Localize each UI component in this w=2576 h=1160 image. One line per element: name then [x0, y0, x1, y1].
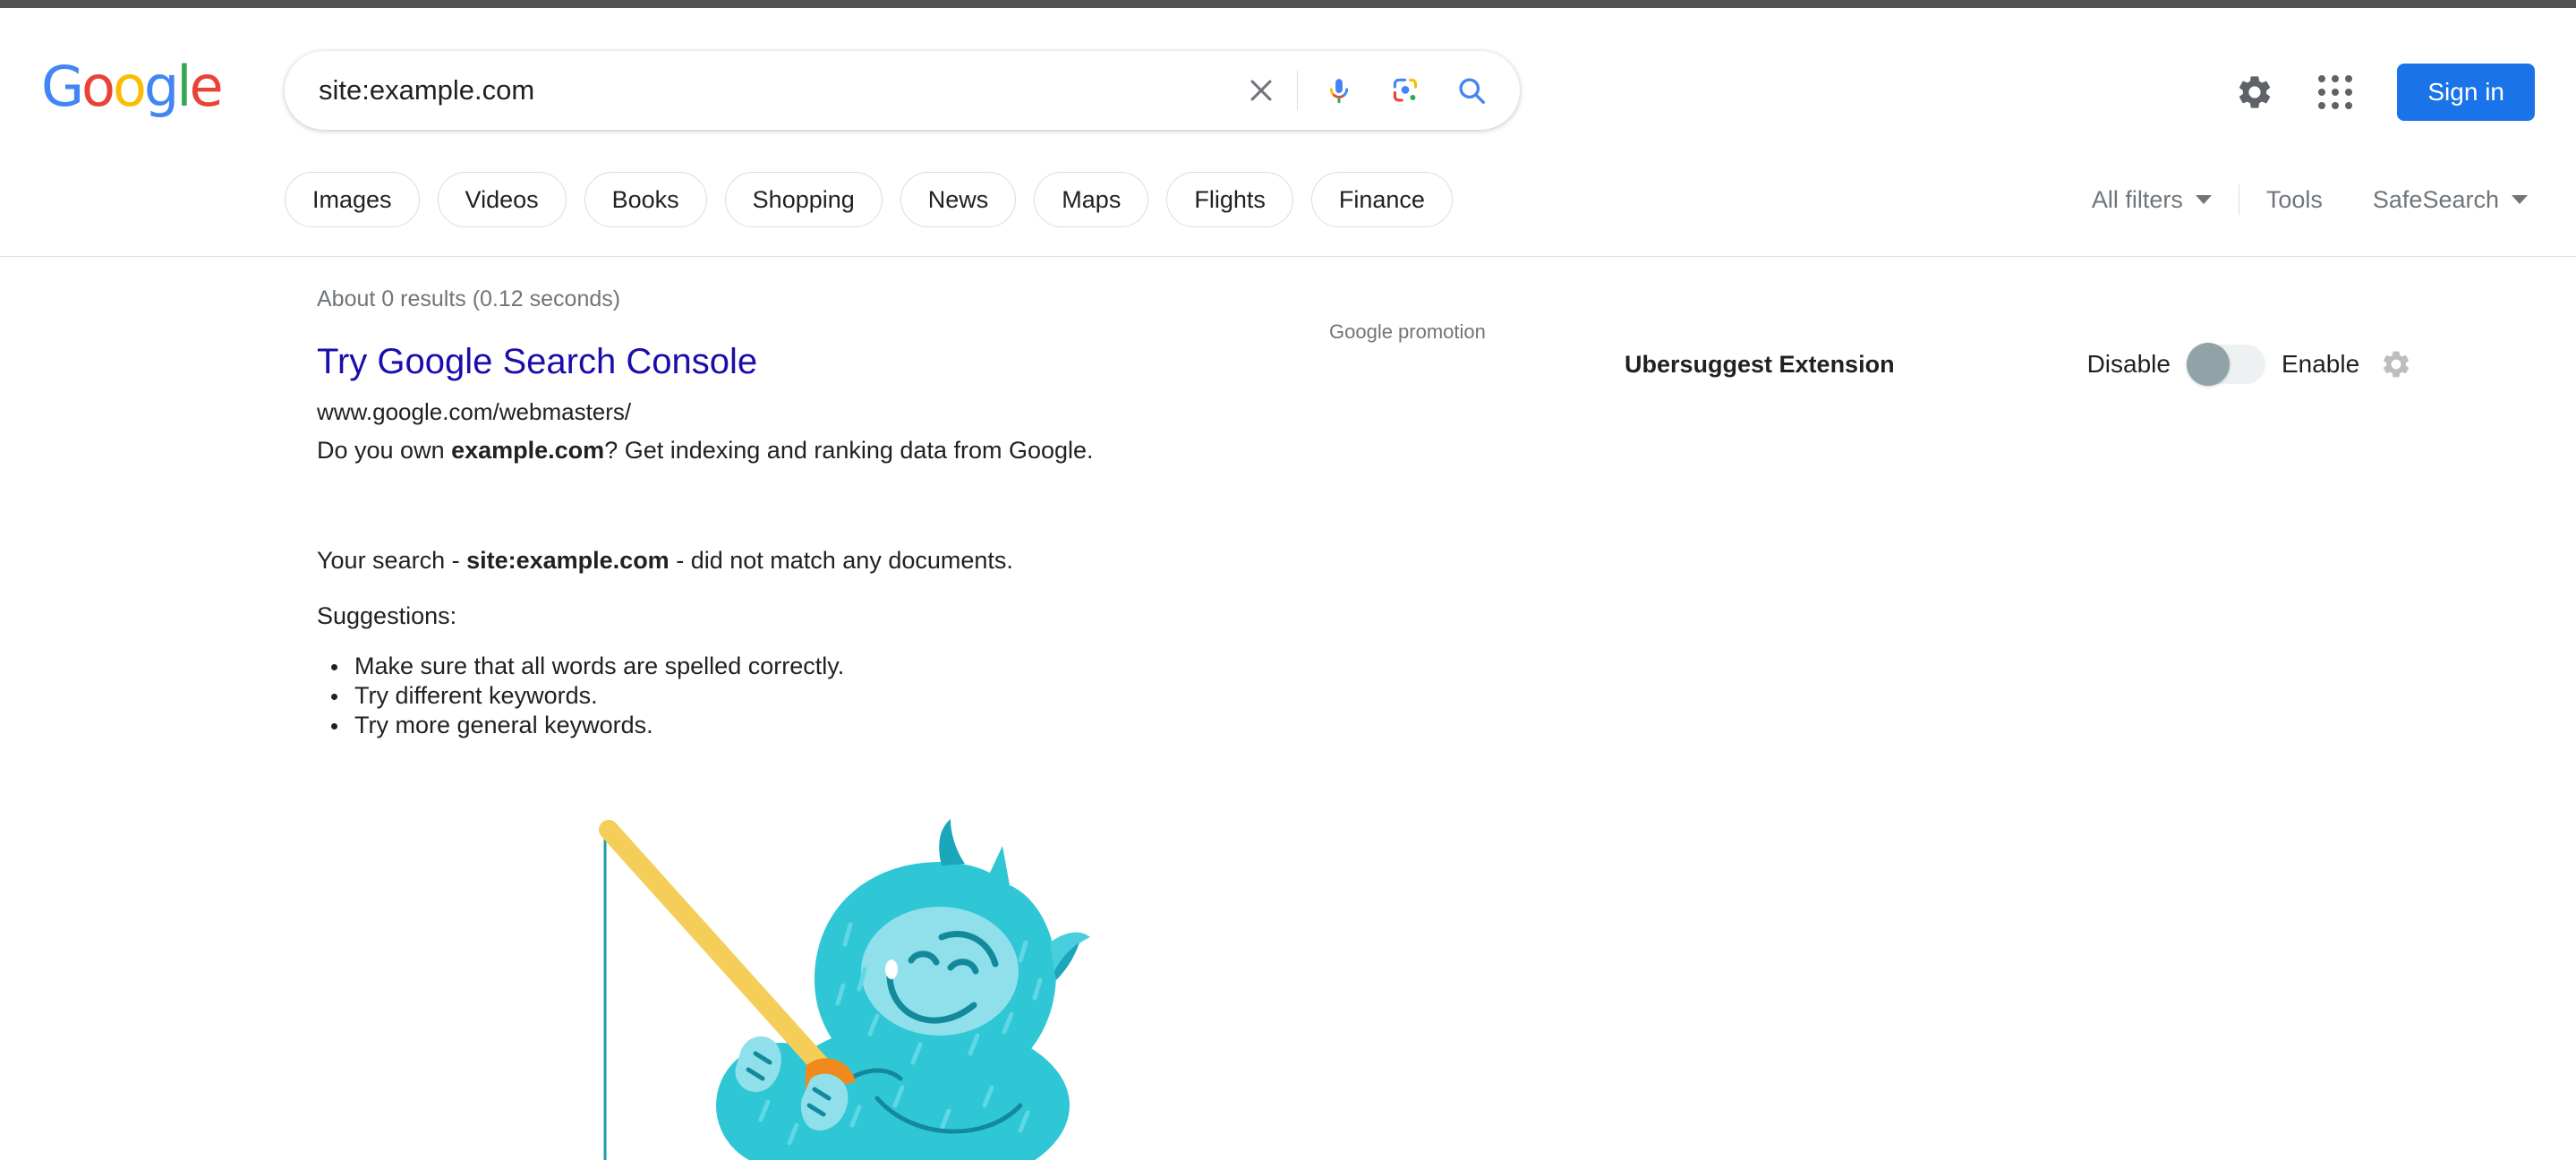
no-match-query: site:example.com: [466, 547, 670, 574]
google-apps-button[interactable]: [2307, 64, 2363, 120]
tab-news[interactable]: News: [900, 172, 1017, 227]
microphone-icon: [1323, 74, 1355, 107]
logo-letter-g1: G: [41, 54, 81, 119]
fishing-monster-illustration: [537, 810, 1217, 1160]
settings-button[interactable]: [2227, 64, 2282, 120]
chevron-down-icon: [2512, 195, 2528, 204]
tab-books[interactable]: Books: [584, 172, 707, 227]
toggle-knob: [2187, 343, 2230, 386]
header-right-controls: Sign in: [2227, 56, 2576, 128]
browser-top-edge: [0, 0, 2576, 8]
gear-icon: [2380, 348, 2412, 380]
desc-post: ? Get indexing and ranking data from Goo…: [604, 437, 1093, 464]
search-icon: [1454, 73, 1488, 107]
safesearch-button[interactable]: SafeSearch: [2373, 186, 2528, 214]
google-promotion-label: Google promotion: [1329, 320, 1486, 344]
gear-icon: [2235, 72, 2274, 112]
filters-row: All filters Tools SafeSearch: [2092, 172, 2528, 227]
desc-bold: example.com: [451, 437, 604, 464]
all-filters-button[interactable]: All filters: [2092, 186, 2212, 214]
ubersuggest-enable-label[interactable]: Enable: [2282, 350, 2359, 379]
sign-in-button[interactable]: Sign in: [2397, 64, 2535, 121]
list-item: Make sure that all words are spelled cor…: [319, 652, 844, 681]
logo-letter-e: e: [190, 54, 221, 119]
fishing-rod: [609, 830, 832, 1079]
google-lens-icon: [1389, 74, 1421, 107]
ubersuggest-toggle[interactable]: [2187, 345, 2265, 384]
monster-horn-left: [939, 819, 965, 866]
search-submit-button[interactable]: [1446, 65, 1497, 115]
result-title-link[interactable]: Try Google Search Console: [317, 342, 757, 382]
results-stats: About 0 results (0.12 seconds): [317, 286, 620, 312]
suggestions-list: Make sure that all words are spelled cor…: [319, 652, 844, 740]
ubersuggest-extension-bar: Ubersuggest Extension Disable Enable: [1625, 345, 2415, 384]
no-match-post: - did not match any documents.: [670, 547, 1013, 574]
tab-finance[interactable]: Finance: [1311, 172, 1453, 227]
desc-pre: Do you own: [317, 437, 451, 464]
google-logo[interactable]: Google: [41, 59, 221, 115]
apps-grid-icon: [2318, 75, 2352, 109]
suggestions-label: Suggestions:: [317, 602, 456, 630]
all-filters-label: All filters: [2092, 186, 2183, 214]
logo-letter-o2: o: [113, 54, 144, 119]
monster-eye-highlight: [885, 960, 898, 979]
search-type-tabs: Images Videos Books Shopping News Maps F…: [285, 172, 1453, 227]
ubersuggest-disable-label[interactable]: Disable: [2087, 350, 2171, 379]
tools-button[interactable]: Tools: [2266, 186, 2323, 214]
logo-letter-o1: o: [81, 54, 113, 119]
tab-images[interactable]: Images: [285, 172, 420, 227]
logo-letter-l: l: [176, 54, 189, 119]
lens-search-button[interactable]: [1380, 65, 1430, 115]
tab-maps[interactable]: Maps: [1034, 172, 1148, 227]
clear-search-button[interactable]: [1236, 65, 1286, 115]
tab-shopping[interactable]: Shopping: [725, 172, 883, 227]
tab-videos[interactable]: Videos: [438, 172, 567, 227]
result-description: Do you own example.com? Get indexing and…: [317, 437, 1094, 465]
close-icon: [1246, 75, 1276, 106]
tab-flights[interactable]: Flights: [1166, 172, 1293, 227]
no-match-pre: Your search -: [317, 547, 466, 574]
voice-search-button[interactable]: [1314, 65, 1364, 115]
chevron-down-icon: [2196, 195, 2212, 204]
monster-face-patch: [861, 907, 1019, 1036]
search-bar[interactable]: [285, 51, 1520, 130]
no-match-message: Your search - site:example.com - did not…: [317, 547, 1013, 575]
list-item: Try more general keywords.: [319, 711, 844, 740]
ubersuggest-title: Ubersuggest Extension: [1625, 351, 1895, 379]
search-input[interactable]: [285, 51, 1236, 130]
search-divider: [1297, 71, 1298, 110]
result-url: www.google.com/webmasters/: [317, 398, 631, 426]
logo-letter-g2: g: [144, 54, 176, 119]
list-item: Try different keywords.: [319, 681, 844, 711]
ubersuggest-settings-button[interactable]: [2377, 345, 2415, 383]
safesearch-label: SafeSearch: [2373, 186, 2499, 214]
monster-svg: [537, 810, 1217, 1160]
search-header: Google: [0, 8, 2576, 257]
